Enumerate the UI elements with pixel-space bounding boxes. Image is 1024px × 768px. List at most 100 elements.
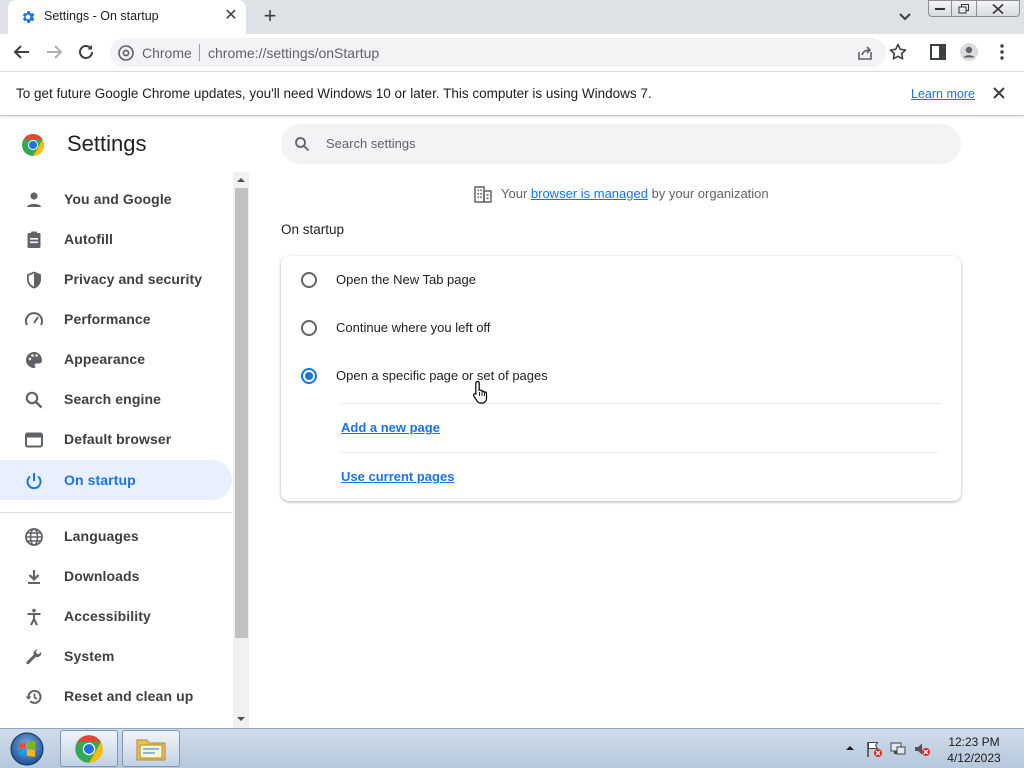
chrome-logo-icon: [75, 734, 103, 763]
scroll-up-arrow-icon[interactable]: [233, 173, 249, 187]
sidebar-item-default-browser[interactable]: Default browser: [0, 419, 232, 459]
chrome-logo-icon: [22, 134, 44, 156]
tab-strip: Settings - On startup ✕ +: [0, 0, 1024, 34]
person-icon: [27, 192, 41, 207]
sidebar-item-label: On startup: [64, 472, 136, 488]
back-arrow-icon[interactable]: [12, 42, 32, 62]
card-divider: [341, 403, 942, 404]
reset-history-icon: [25, 689, 42, 704]
profile-avatar-icon[interactable]: [959, 42, 979, 62]
add-new-page-link[interactable]: Add a new page: [341, 420, 440, 435]
sidebar-item-downloads[interactable]: Downloads: [0, 556, 232, 596]
accessibility-icon: [27, 608, 41, 626]
radio-label: Continue where you left off: [336, 320, 491, 335]
sidebar-item-label: Downloads: [64, 568, 140, 584]
kebab-menu-icon[interactable]: [992, 42, 1012, 62]
windows-start-button-icon[interactable]: [6, 731, 48, 767]
sidebar-item-autofill[interactable]: Autofill: [0, 219, 232, 259]
infobar-message: To get future Google Chrome updates, you…: [16, 86, 652, 101]
learn-more-link[interactable]: Learn more: [911, 87, 975, 101]
radio-button[interactable]: [301, 272, 317, 288]
share-icon[interactable]: [856, 44, 874, 62]
managed-suffix: by your organization: [647, 186, 769, 201]
sidebar-item-label: Default browser: [64, 431, 172, 447]
sidebar-item-privacy[interactable]: Privacy and security: [0, 259, 232, 299]
system-clock[interactable]: 12:23 PM 4/12/2023: [934, 734, 1014, 766]
window-restore-button[interactable]: [951, 0, 977, 17]
sidebar-item-label: Languages: [64, 528, 139, 544]
sidebar-item-label: Performance: [64, 311, 151, 327]
sidebar-item-accessibility[interactable]: Accessibility: [0, 596, 232, 636]
sidebar-item-performance[interactable]: Performance: [0, 299, 232, 339]
address-bar[interactable]: Chrome chrome://settings/onStartup: [110, 38, 886, 67]
action-center-flag-icon[interactable]: [865, 740, 883, 758]
search-icon: [295, 137, 310, 152]
sidebar-item-label: System: [64, 648, 115, 664]
shield-icon: [27, 271, 41, 289]
radio-specific-pages[interactable]: Open a specific page or set of pages: [281, 352, 961, 400]
infobar-close-icon[interactable]: [990, 84, 1008, 102]
radio-button-selected[interactable]: [301, 368, 317, 384]
sidebar-scrollbar-thumb[interactable]: [235, 188, 248, 638]
sidebar-item-reset[interactable]: Reset and clean up: [0, 676, 232, 716]
update-infobar: To get future Google Chrome updates, you…: [0, 72, 1024, 116]
network-icon[interactable]: [889, 740, 907, 758]
scroll-down-arrow-icon[interactable]: [233, 712, 249, 726]
card-divider: [341, 452, 938, 453]
new-tab-button[interactable]: +: [259, 5, 281, 28]
sidebar-divider: [0, 512, 232, 513]
sidebar-item-label: Appearance: [64, 351, 146, 367]
palette-icon: [26, 352, 42, 368]
radio-label: Open the New Tab page: [336, 272, 476, 287]
taskbar-explorer-button[interactable]: [122, 730, 180, 767]
page-title: Settings: [67, 131, 147, 156]
tab-title: Settings - On startup: [44, 9, 159, 23]
sidebar-item-you-and-google[interactable]: You and Google: [0, 179, 232, 219]
sidebar-item-languages[interactable]: Languages: [0, 516, 232, 556]
sidebar-item-on-startup[interactable]: On startup: [0, 460, 232, 500]
tab-close-icon[interactable]: ✕: [222, 7, 240, 25]
window-minimize-button[interactable]: [928, 0, 952, 17]
sidebar-item-label: Autofill: [64, 231, 114, 247]
windows-taskbar: 12:23 PM 4/12/2023: [0, 728, 1024, 768]
search-icon: [25, 391, 43, 409]
startup-options-card: Open the New Tab page Continue where you…: [281, 256, 961, 501]
sidebar-item-system[interactable]: System: [0, 636, 232, 676]
sidebar-item-search-engine[interactable]: Search engine: [0, 379, 232, 419]
browser-managed-link[interactable]: browser is managed: [531, 186, 648, 201]
hand-cursor-icon: [472, 380, 488, 404]
managed-prefix: Your: [501, 186, 531, 201]
tab-search-chevron-icon[interactable]: [896, 8, 914, 26]
browser-window-icon: [25, 432, 43, 448]
clock-date: 4/12/2023: [947, 751, 1001, 765]
reload-icon[interactable]: [76, 42, 96, 62]
sidebar-item-label: Privacy and security: [64, 271, 203, 287]
url-text[interactable]: chrome://settings/onStartup: [208, 45, 379, 61]
radio-label: Open a specific page or set of pages: [336, 368, 548, 383]
globe-icon: [25, 528, 43, 546]
sidebar-item-label: Accessibility: [64, 608, 151, 624]
forward-arrow-icon[interactable]: [44, 42, 64, 62]
bookmark-star-icon[interactable]: [888, 42, 908, 62]
use-current-pages-link[interactable]: Use current pages: [341, 469, 454, 484]
clock-time: 12:23 PM: [948, 735, 1000, 749]
volume-muted-icon[interactable]: [913, 740, 931, 758]
omnibox-separator: [199, 44, 200, 61]
section-title: On startup: [281, 222, 345, 237]
radio-continue-where-left-off[interactable]: Continue where you left off: [281, 304, 961, 352]
power-icon: [26, 473, 42, 490]
taskbar-chrome-button[interactable]: [60, 730, 118, 767]
search-settings-input[interactable]: Search settings: [281, 124, 961, 164]
gear-icon: [22, 11, 35, 23]
folder-icon: [136, 739, 166, 760]
sidebar-item-label: Search engine: [64, 391, 162, 407]
tab-settings[interactable]: Settings - On startup ✕: [8, 0, 246, 34]
radio-new-tab-page[interactable]: Open the New Tab page: [281, 256, 961, 304]
chrome-site-icon[interactable]: [118, 45, 134, 61]
side-panel-icon[interactable]: [928, 42, 948, 62]
sidebar-item-appearance[interactable]: Appearance: [0, 339, 232, 379]
window-close-button[interactable]: [976, 0, 1020, 17]
radio-button[interactable]: [301, 320, 317, 336]
show-hidden-icons-arrow-icon[interactable]: [845, 743, 855, 753]
site-chip-label: Chrome: [142, 45, 192, 61]
